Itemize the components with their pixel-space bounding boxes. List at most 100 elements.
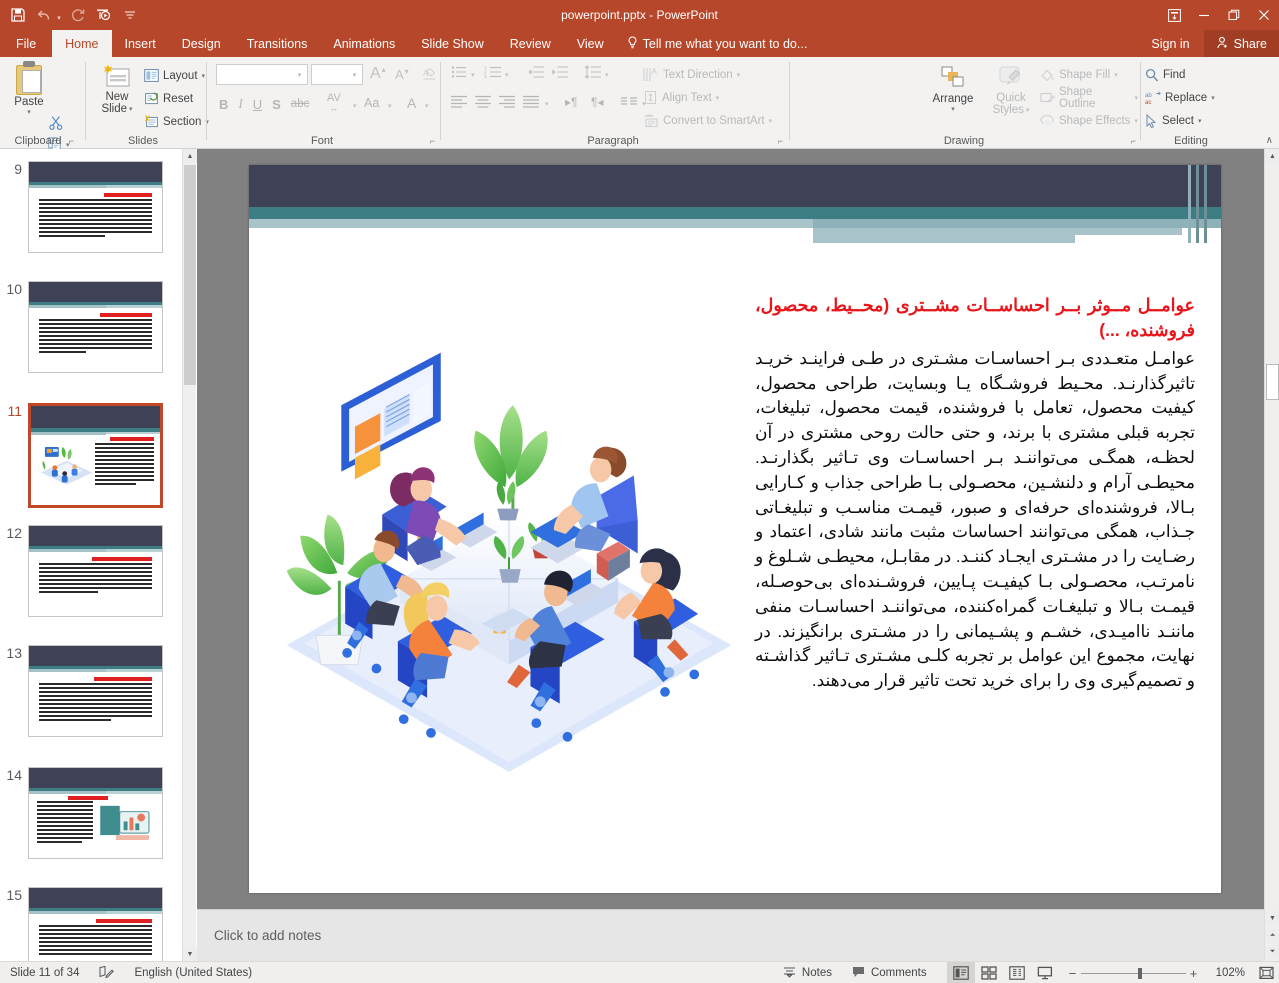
section-button[interactable]: Section ▾ bbox=[144, 110, 209, 133]
slide-title[interactable]: عوامــل مــوثر بــر احساســات مشــتری (م… bbox=[755, 293, 1195, 343]
minimize-icon[interactable] bbox=[1189, 0, 1219, 30]
decrease-indent-icon[interactable] bbox=[527, 65, 544, 79]
find-button[interactable]: Find bbox=[1145, 63, 1185, 86]
thumbnail-scroll-down-icon[interactable]: ▼ bbox=[183, 947, 197, 961]
thumbnail-preview[interactable] bbox=[28, 887, 163, 961]
thumbnail-preview[interactable] bbox=[28, 645, 163, 737]
slide-editing-area[interactable]: عوامــل مــوثر بــر احساســات مشــتری (م… bbox=[197, 149, 1264, 909]
thumbnail-scroll-up-icon[interactable]: ▲ bbox=[183, 149, 197, 163]
shape-outline-dropdown-icon[interactable]: ▾ bbox=[1134, 94, 1138, 102]
strikethrough-button[interactable]: abc bbox=[291, 98, 310, 110]
tab-transitions[interactable]: Transitions bbox=[234, 30, 321, 57]
start-slideshow-icon[interactable] bbox=[92, 3, 116, 27]
font-color-dropdown-icon[interactable]: ▾ bbox=[425, 102, 429, 110]
sign-in-button[interactable]: Sign in bbox=[1137, 30, 1203, 57]
thumbnail-preview[interactable] bbox=[28, 767, 163, 859]
notes-placeholder[interactable]: Click to add notes bbox=[197, 928, 321, 943]
tell-me-search[interactable]: Tell me what you want to do... bbox=[617, 30, 818, 57]
layout-dropdown-icon[interactable]: ▾ bbox=[202, 72, 206, 80]
fit-slide-to-window-button[interactable] bbox=[1253, 962, 1279, 983]
customize-quick-access-toolbar-icon[interactable] bbox=[118, 3, 142, 27]
redo-icon[interactable] bbox=[66, 3, 90, 27]
font-size-combo[interactable]: ▾ bbox=[311, 64, 363, 85]
justify-dropdown-icon[interactable]: ▾ bbox=[545, 100, 549, 108]
notes-button[interactable]: Notes bbox=[773, 962, 842, 983]
change-case-dropdown-icon[interactable]: ▾ bbox=[388, 102, 392, 110]
save-icon[interactable] bbox=[6, 3, 30, 27]
select-dropdown-icon[interactable]: ▾ bbox=[1198, 117, 1202, 125]
underline-button[interactable]: U bbox=[253, 97, 262, 112]
slide-indicator[interactable]: Slide 11 of 34 bbox=[0, 962, 89, 983]
thumbnail-preview[interactable] bbox=[28, 525, 163, 617]
undo-dropdown-icon[interactable]: ▾ bbox=[54, 3, 64, 27]
thumbnail-slide-14[interactable]: 14 bbox=[0, 767, 182, 859]
slide-thumbnail-pane[interactable]: 9 10 11 12 13 14 15 bbox=[0, 149, 182, 961]
thumbnail-slide-13[interactable]: 13 bbox=[0, 645, 182, 737]
line-spacing-icon[interactable] bbox=[584, 65, 601, 79]
slide-scroll-up-icon[interactable]: ▲ bbox=[1265, 149, 1279, 163]
grow-font-button[interactable]: A ▴ bbox=[370, 65, 386, 83]
text-direction-button[interactable]: A Text Direction ▾ bbox=[643, 63, 740, 86]
align-right-icon[interactable] bbox=[499, 95, 515, 108]
next-slide-icon[interactable]: ⏷ bbox=[1265, 945, 1279, 959]
thumbnail-pane-scrollbar[interactable]: ▲ ▼ bbox=[182, 149, 197, 961]
slide-sorter-view-button[interactable] bbox=[975, 962, 1003, 983]
quick-styles-dropdown-icon[interactable]: ▾ bbox=[1026, 106, 1030, 114]
tab-design[interactable]: Design bbox=[169, 30, 234, 57]
comments-button[interactable]: Comments bbox=[842, 962, 937, 983]
thumbnail-preview-selected[interactable] bbox=[28, 403, 163, 508]
slide-scrollbar-thumb[interactable] bbox=[1266, 364, 1279, 400]
clipboard-dialog-launcher[interactable]: ⌐ bbox=[69, 136, 74, 146]
thumbnail-slide-12[interactable]: 12 bbox=[0, 525, 182, 617]
undo-icon[interactable] bbox=[32, 3, 56, 27]
tab-home[interactable]: Home bbox=[52, 30, 112, 57]
text-direction-dropdown-icon[interactable]: ▾ bbox=[737, 71, 741, 79]
new-slide-button[interactable]: New Slide ▾ bbox=[94, 63, 140, 115]
paste-dropdown-icon[interactable]: ▾ bbox=[8, 108, 50, 116]
bullets-icon[interactable] bbox=[451, 65, 467, 79]
isometric-office-team-meeting-illustration[interactable] bbox=[275, 337, 743, 807]
line-spacing-dropdown-icon[interactable]: ▾ bbox=[605, 71, 609, 79]
tab-review[interactable]: Review bbox=[497, 30, 564, 57]
bullets-dropdown-icon[interactable]: ▾ bbox=[471, 71, 475, 79]
zoom-out-button[interactable]: − bbox=[1065, 966, 1081, 981]
arrange-dropdown-icon[interactable]: ▾ bbox=[951, 105, 955, 113]
slide-scroll-down-icon[interactable]: ▼ bbox=[1265, 911, 1279, 925]
language-indicator[interactable]: English (United States) bbox=[124, 962, 262, 983]
numbering-icon[interactable]: 123 bbox=[484, 65, 501, 79]
font-color-button[interactable]: A bbox=[407, 95, 416, 111]
paste-button[interactable]: Paste ▾ bbox=[8, 61, 50, 116]
select-button[interactable]: Select ▾ bbox=[1145, 109, 1201, 132]
tab-insert[interactable]: Insert bbox=[112, 30, 169, 57]
spell-check-icon[interactable] bbox=[89, 962, 124, 983]
collapse-ribbon-icon[interactable]: ∧ bbox=[1266, 135, 1273, 146]
replace-button[interactable]: ab ac Replace ▾ bbox=[1145, 86, 1215, 109]
font-name-combo[interactable]: ▾ bbox=[216, 64, 308, 85]
columns-icon[interactable] bbox=[621, 95, 637, 108]
align-center-icon[interactable] bbox=[475, 95, 491, 108]
ribbon-display-options-icon[interactable] bbox=[1159, 0, 1189, 30]
shape-fill-button[interactable]: Shape Fill ▾ bbox=[1040, 63, 1118, 86]
shape-effects-dropdown-icon[interactable]: ▾ bbox=[1134, 117, 1138, 125]
arrange-button[interactable]: Arrange ▾ bbox=[926, 65, 980, 113]
zoom-track[interactable] bbox=[1080, 967, 1186, 979]
thumbnail-preview[interactable] bbox=[28, 161, 163, 253]
tab-view[interactable]: View bbox=[564, 30, 617, 57]
ltr-text-direction-icon[interactable]: ▸¶ bbox=[565, 95, 577, 109]
character-spacing-button[interactable]: AV ↔ bbox=[327, 93, 341, 113]
character-spacing-dropdown-icon[interactable]: ▾ bbox=[353, 102, 357, 110]
change-case-button[interactable]: Aa bbox=[364, 96, 379, 110]
tab-animations[interactable]: Animations bbox=[320, 30, 408, 57]
reset-button[interactable]: Reset bbox=[144, 87, 193, 110]
slide-area-scrollbar[interactable]: ▲ ▼ ⏶ ⏷ bbox=[1264, 149, 1279, 961]
slide-text-placeholder[interactable]: عوامــل مــوثر بــر احساســات مشــتری (م… bbox=[755, 293, 1195, 694]
align-text-dropdown-icon[interactable]: ▾ bbox=[716, 94, 720, 102]
previous-slide-icon[interactable]: ⏶ bbox=[1265, 929, 1279, 943]
slide-canvas[interactable]: عوامــل مــوثر بــر احساســات مشــتری (م… bbox=[249, 165, 1221, 893]
increase-indent-icon[interactable] bbox=[551, 65, 568, 79]
align-text-button[interactable]: Align Text ▾ bbox=[643, 86, 719, 109]
zoom-knob[interactable] bbox=[1137, 967, 1142, 979]
bold-button[interactable]: B bbox=[219, 97, 228, 112]
replace-dropdown-icon[interactable]: ▾ bbox=[1211, 94, 1215, 102]
align-left-icon[interactable] bbox=[451, 95, 467, 108]
